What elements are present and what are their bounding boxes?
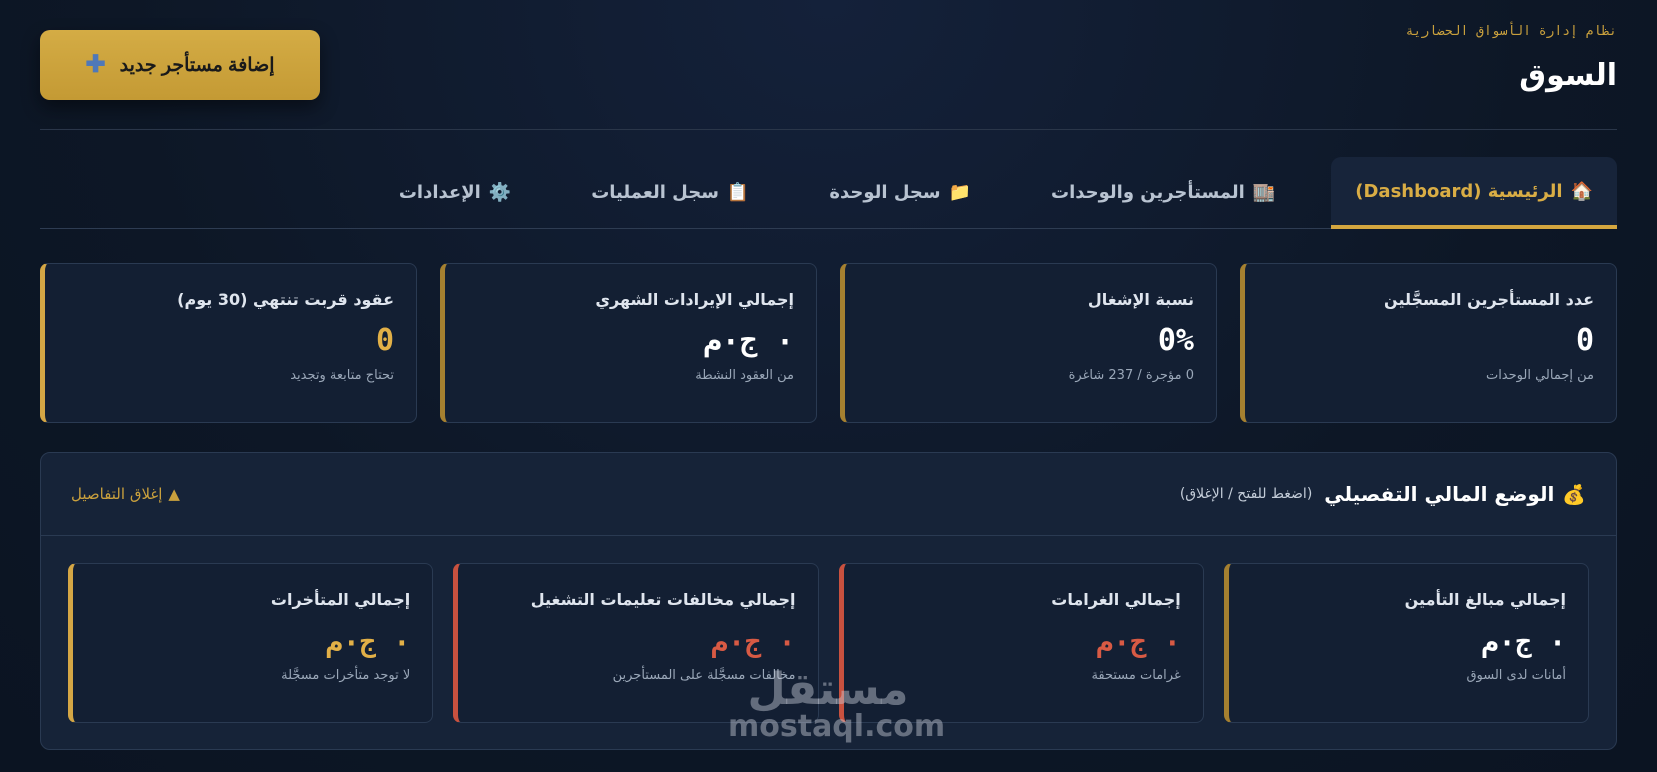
add-tenant-button[interactable]: إضافة مستأجر جديد ✚ (40, 30, 320, 100)
tab-label: المستأجرين والوحدات (1050, 182, 1245, 203)
stat-label: إجمالي الإيرادات الشهري (595, 290, 794, 309)
tab-operations-log[interactable]: 📋 سجل العمليات (567, 157, 773, 228)
toggle-label: إغلاق التفاصيل (71, 485, 163, 503)
stat-value: ٠ ج٠م (703, 323, 794, 358)
tab-label: الرئيسية (Dashboard) (1355, 180, 1563, 202)
fin-value: ٠ ج٠م (1096, 625, 1181, 658)
plus-icon: ✚ (85, 51, 106, 78)
stat-value: 0 (1575, 323, 1594, 358)
tab-label: سجل الوحدة (829, 182, 941, 203)
financial-panel-hint: (اضغط للفتح / الإغلاق) (1179, 486, 1313, 502)
stat-value: 0 (375, 323, 394, 358)
money-bag-icon: 💰 (1562, 483, 1586, 506)
stats-row: عدد المستأجرين المسجَّلين 0 من إجمالي ال… (40, 263, 1617, 423)
stat-card-expiring-contracts: عقود قربت تنتهي (30 يوم) 0 تحتاج متابعة … (40, 263, 417, 423)
financial-panel-title: الوضع المالي التفصيلي (1324, 482, 1555, 506)
stat-card-occupancy: نسبة الإشغال 0% 0 مؤجرة / 237 شاغرة (840, 263, 1217, 423)
caret-up-icon: ▲ (168, 485, 180, 503)
tab-settings[interactable]: ⚙️ الإعدادات (375, 157, 535, 228)
stat-label: عقود قربت تنتهي (30 يوم) (177, 290, 394, 309)
tab-unit-log[interactable]: 📁 سجل الوحدة (805, 157, 995, 228)
page-title: السوق (1519, 58, 1617, 93)
stat-subtext: من إجمالي الوحدات (1485, 368, 1594, 383)
stat-label: عدد المستأجرين المسجَّلين (1384, 290, 1594, 309)
tab-label: سجل العمليات (591, 182, 719, 203)
tab-label: الإعدادات (398, 182, 481, 203)
fin-label: إجمالي المتأخرات (270, 590, 411, 609)
fin-subtext: أمانات لدى السوق (1466, 668, 1566, 683)
clipboard-icon: 📋 (726, 182, 750, 203)
stat-subtext: تحتاج متابعة وتجديد (290, 368, 394, 383)
main-tabs: 🏠 الرئيسية (Dashboard) 🏬 المستأجرين والو… (40, 157, 1617, 229)
fin-label: إجمالي مبالغ التأمين (1404, 590, 1566, 609)
fin-card-arrears: إجمالي المتأخرات ٠ ج٠م لا توجد متأخرات م… (68, 563, 434, 723)
stat-label: نسبة الإشغال (1087, 290, 1194, 309)
fin-value: ٠ ج٠م (711, 625, 796, 658)
fin-label: إجمالي مخالفات تعليمات التشغيل (530, 590, 796, 609)
tab-tenants-units[interactable]: 🏬 المستأجرين والوحدات (1027, 157, 1299, 228)
home-icon: 🏠 (1570, 180, 1593, 202)
stat-subtext: من العقود النشطة (695, 368, 794, 383)
fin-value: ٠ ج٠م (1481, 625, 1566, 658)
fin-subtext: لا توجد متأخرات مسجَّلة (281, 668, 411, 683)
close-details-toggle[interactable]: ▲ إغلاق التفاصيل (71, 485, 180, 503)
fin-value: ٠ ج٠م (325, 625, 411, 658)
stat-card-tenants: عدد المستأجرين المسجَّلين 0 من إجمالي ال… (1240, 263, 1617, 423)
building-icon: 🏬 (1252, 182, 1276, 203)
watermark: مستقل mostaql.com (728, 664, 946, 744)
financial-panel-header[interactable]: 💰 الوضع المالي التفصيلي (اضغط للفتح / ال… (41, 453, 1616, 536)
watermark-arabic: مستقل (747, 664, 909, 715)
fin-card-insurance: إجمالي مبالغ التأمين ٠ ج٠م أمانات لدى ال… (1223, 563, 1589, 723)
page-header: نظام إدارة الأسواق الحضارية السوق إضافة … (40, 0, 1617, 130)
stat-card-monthly-revenue: إجمالي الإيرادات الشهري ٠ ج٠م من العقود … (440, 263, 817, 423)
stat-value: 0% (1157, 323, 1194, 358)
stat-subtext: 0 مؤجرة / 237 شاغرة (1068, 368, 1194, 383)
fin-label: إجمالي الغرامات (1051, 590, 1181, 609)
tab-dashboard[interactable]: 🏠 الرئيسية (Dashboard) (1331, 157, 1617, 229)
app-subtitle: نظام إدارة الأسواق الحضارية (1405, 24, 1617, 39)
gear-icon: ⚙️ (488, 182, 512, 203)
folder-icon: 📁 (948, 182, 971, 203)
watermark-latin: mostaql.com (728, 709, 946, 744)
add-tenant-button-label: إضافة مستأجر جديد (119, 54, 275, 76)
